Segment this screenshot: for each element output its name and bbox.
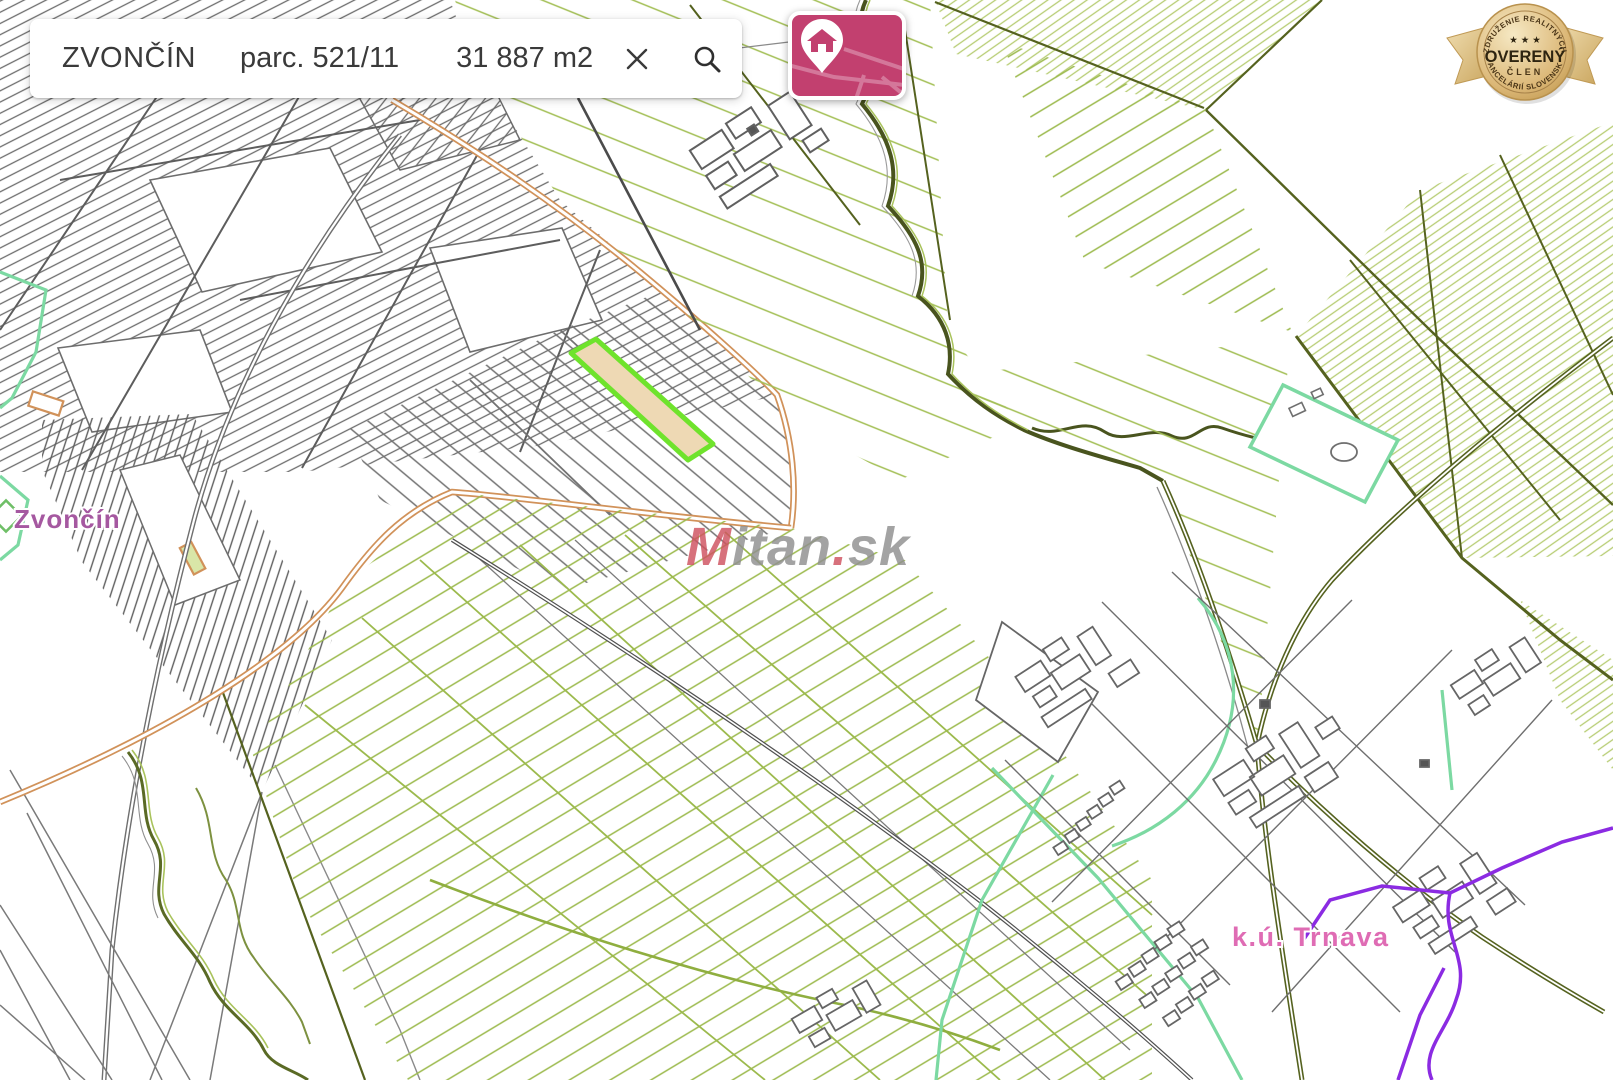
map-canvas[interactable]: Zvončín k.ú. Trnava (0, 0, 1613, 1080)
search-button[interactable] (685, 37, 729, 81)
search-area-value: 31 887 m2 (456, 42, 593, 75)
parcel-search-bar[interactable]: ZVONČÍN parc. 521/11 31 887 m2 (30, 19, 742, 98)
map-view-toggle-button[interactable] (788, 11, 906, 100)
home-pin-icon (801, 19, 843, 73)
badge-title: OVERENÝ (1485, 47, 1566, 66)
cadastre-label: k.ú. Trnava (1232, 922, 1390, 952)
verified-member-badge: ZDRUŽENIE REALITNÝCH KANCELÁRIÍ SLOVENSK… (1437, 0, 1613, 122)
cadastral-map-app: Zvončín k.ú. Trnava Mitan.sk ZVONČÍN par… (0, 0, 1613, 1080)
village-label: Zvončín (14, 504, 121, 534)
badge-subtitle: ČLEN (1507, 66, 1544, 77)
search-icon (691, 43, 723, 75)
badge-stars: ★ ★ ★ (1509, 35, 1541, 46)
search-parcel-value: parc. 521/11 (240, 42, 399, 75)
clear-search-button[interactable] (615, 37, 659, 81)
close-icon (623, 45, 651, 73)
search-location-value: ZVONČÍN (62, 42, 196, 75)
